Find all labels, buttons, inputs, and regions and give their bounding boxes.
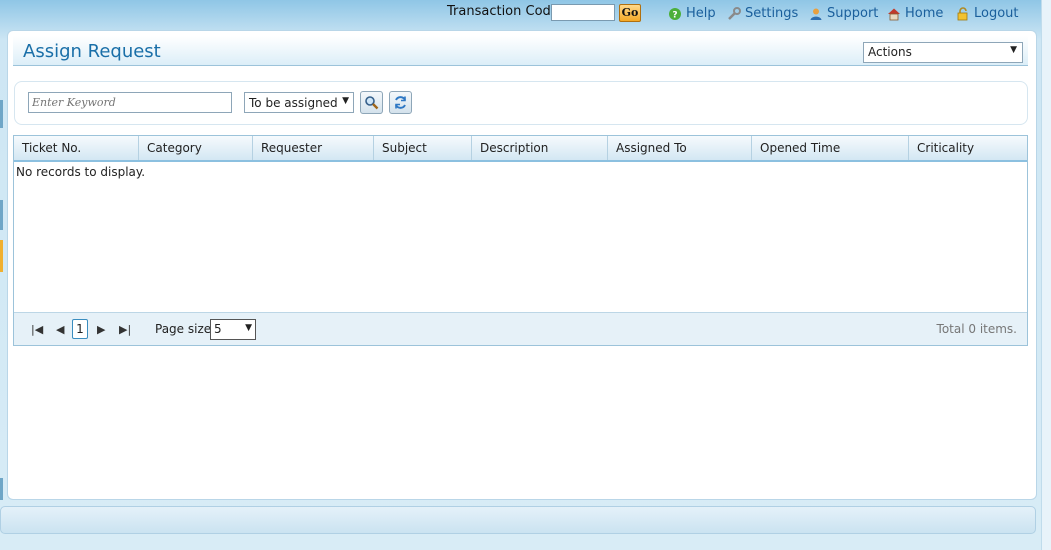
last-page-icon[interactable]: ▶| xyxy=(119,323,131,336)
actions-dropdown[interactable]: Actions ▼ xyxy=(863,42,1023,63)
column-header-category[interactable]: Category xyxy=(139,136,253,160)
requests-grid: Ticket No. Category Requester Subject De… xyxy=(13,135,1028,346)
home-icon xyxy=(888,8,900,20)
search-panel: To be assigned ▼ xyxy=(14,81,1028,125)
right-edge xyxy=(1041,0,1051,550)
chevron-down-icon: ▼ xyxy=(245,323,252,333)
svg-text:?: ? xyxy=(672,10,677,20)
help-link-label: Help xyxy=(686,6,716,21)
go-button[interactable]: Go xyxy=(619,4,641,22)
top-bar: Transaction Code Go ? Help Settings Supp… xyxy=(0,0,1051,30)
home-link-label: Home xyxy=(905,6,944,21)
status-filter-value: To be assigned xyxy=(249,96,338,110)
grid-header: Ticket No. Category Requester Subject De… xyxy=(14,136,1027,162)
grid-pager: |◀ ◀ 1 ▶ ▶| Page size: 5 ▼ Total 0 items… xyxy=(14,312,1027,345)
wrench-icon xyxy=(728,6,741,20)
page-size-dropdown[interactable]: 5 ▼ xyxy=(210,319,256,340)
column-header-requester[interactable]: Requester xyxy=(253,136,374,160)
transaction-code-input[interactable] xyxy=(551,4,615,21)
search-button[interactable] xyxy=(360,91,383,114)
column-header-criticality[interactable]: Criticality xyxy=(909,136,1027,160)
left-edge-tab xyxy=(0,100,3,128)
current-page-number[interactable]: 1 xyxy=(72,319,88,339)
total-items-label: Total 0 items. xyxy=(936,322,1017,336)
left-edge-tab-active xyxy=(0,240,3,272)
chevron-down-icon: ▼ xyxy=(1010,45,1017,55)
search-icon xyxy=(365,96,379,110)
title-bar: Assign Request Actions ▼ xyxy=(13,36,1028,66)
settings-link[interactable]: Settings xyxy=(727,6,798,21)
footer-bar xyxy=(0,506,1036,534)
left-edge-tab xyxy=(0,200,3,230)
actions-dropdown-label: Actions xyxy=(868,45,912,59)
no-records-message: No records to display. xyxy=(16,165,146,179)
home-link[interactable]: Home xyxy=(887,6,943,21)
previous-page-icon[interactable]: ◀ xyxy=(56,323,64,336)
refresh-button[interactable] xyxy=(389,91,412,114)
support-user-icon xyxy=(810,8,822,20)
page-size-value: 5 xyxy=(214,322,222,336)
logout-link-label: Logout xyxy=(974,6,1019,21)
first-page-icon[interactable]: |◀ xyxy=(31,323,43,336)
support-link[interactable]: Support xyxy=(809,6,878,21)
help-icon: ? xyxy=(669,7,681,20)
keyword-search-input[interactable] xyxy=(28,92,232,113)
settings-link-label: Settings xyxy=(745,6,799,21)
left-edge-tab xyxy=(0,478,3,500)
refresh-icon xyxy=(395,96,406,109)
help-link[interactable]: ? Help xyxy=(668,6,716,21)
column-header-description[interactable]: Description xyxy=(472,136,608,160)
logout-link[interactable]: Logout xyxy=(956,6,1019,21)
chevron-down-icon: ▼ xyxy=(342,96,349,106)
main-panel: Assign Request Actions ▼ To be assigned … xyxy=(7,30,1037,500)
column-header-opened-time[interactable]: Opened Time xyxy=(752,136,909,160)
column-header-assigned-to[interactable]: Assigned To xyxy=(608,136,752,160)
transaction-code-label: Transaction Code xyxy=(447,4,559,19)
page-title: Assign Request xyxy=(23,41,161,62)
lock-icon xyxy=(957,6,968,20)
column-header-subject[interactable]: Subject xyxy=(374,136,472,160)
page-size-label: Page size: xyxy=(155,322,216,336)
support-link-label: Support xyxy=(827,6,879,21)
column-header-ticket-no[interactable]: Ticket No. xyxy=(14,136,139,160)
next-page-icon[interactable]: ▶ xyxy=(97,323,105,336)
status-filter-dropdown[interactable]: To be assigned ▼ xyxy=(244,92,354,113)
